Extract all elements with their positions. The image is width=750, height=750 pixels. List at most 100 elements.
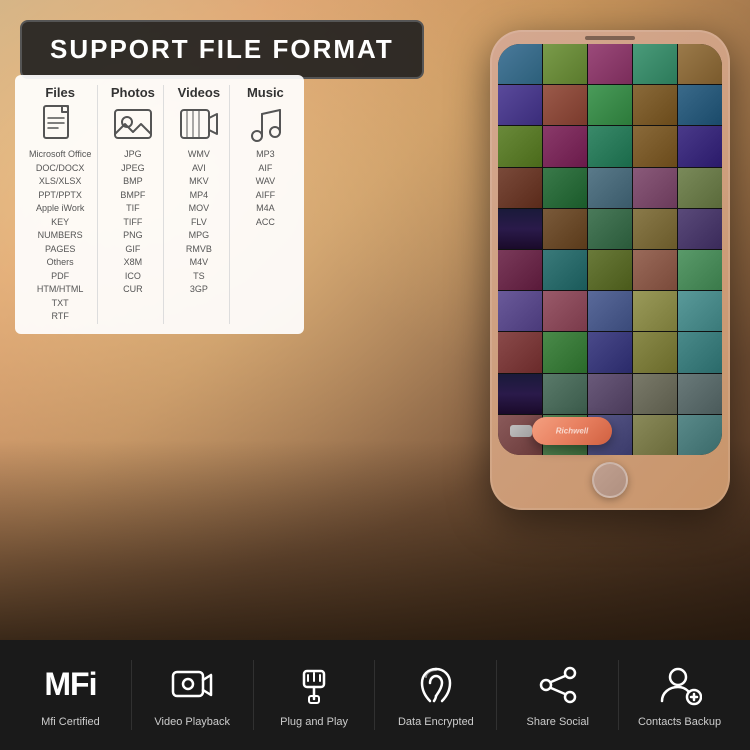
feature-encrypt: Data Encrypted: [375, 661, 496, 729]
photo-cell: [633, 85, 677, 125]
photo-cell: [498, 332, 542, 372]
photo-cell: [588, 126, 632, 166]
share-icon: [536, 663, 580, 707]
photo-cell: [633, 126, 677, 166]
photo-cell: [633, 415, 677, 455]
photo-icon: [113, 104, 153, 144]
col-header-photos: Photos: [108, 85, 157, 100]
photo-cell: [543, 44, 587, 84]
usb-drive: Richwell: [532, 417, 612, 445]
photo-cell: [633, 374, 677, 414]
photo-cell: [543, 126, 587, 166]
photo-cell: [678, 44, 722, 84]
share-icon-area: [536, 661, 580, 709]
files-list: Microsoft OfficeDOC/DOCXXLS/XLSXPPT/PPTX…: [29, 148, 91, 324]
photo-cell: [498, 291, 542, 331]
banner-title: SUPPORT FILE FORMAT: [50, 34, 394, 64]
feature-plug: Plug and Play: [254, 661, 375, 729]
contacts-icon: [658, 663, 702, 707]
format-col-videos: Videos WMVAVIMKVMP4MOVFLVMPGRMVBM4VTS3GP: [168, 85, 230, 324]
photo-cell: [678, 374, 722, 414]
video-label: Video Playback: [154, 715, 230, 729]
feature-share: Share Social: [497, 661, 618, 729]
phone-speaker: [585, 36, 635, 40]
col-header-files: Files: [29, 85, 91, 100]
video-icon-area: [170, 661, 214, 709]
photo-cell: [588, 209, 632, 249]
mfi-icon-area: MFi: [44, 661, 96, 709]
photo-cell: [678, 85, 722, 125]
music-icon: [245, 104, 285, 144]
contacts-icon-area: [658, 661, 702, 709]
col-header-videos: Videos: [174, 85, 223, 100]
file-icon: [40, 104, 80, 144]
usb-brand-label: Richwell: [556, 427, 588, 436]
top-banner: SUPPORT FILE FORMAT: [20, 20, 424, 79]
photo-cell: [498, 85, 542, 125]
col-header-music: Music: [240, 85, 290, 100]
encrypt-icon-area: [414, 661, 458, 709]
photo-cell: [543, 332, 587, 372]
file-format-table: Files Microsoft OfficeDOC/DOCXXLS/XLSXPP…: [15, 75, 304, 334]
photo-cell: [498, 250, 542, 290]
photo-cell: [678, 291, 722, 331]
format-col-files: Files Microsoft OfficeDOC/DOCXXLS/XLSXPP…: [23, 85, 98, 324]
photo-cell: [588, 168, 632, 208]
photo-cell: [633, 168, 677, 208]
photo-cell: [498, 44, 542, 84]
fingerprint-icon: [414, 663, 458, 707]
photo-cell: [588, 374, 632, 414]
photo-cell: [543, 291, 587, 331]
photo-cell: [678, 209, 722, 249]
photo-cell: [678, 332, 722, 372]
photo-cell: [543, 374, 587, 414]
photo-cell: [498, 168, 542, 208]
share-label: Share Social: [527, 715, 589, 729]
background-area: SUPPORT FILE FORMAT Files Microsoft Of: [0, 0, 750, 640]
photo-cell: [498, 126, 542, 166]
mfi-label: Mfi Certified: [41, 715, 100, 729]
feature-contacts: Contacts Backup: [619, 661, 740, 729]
photo-cell: [588, 85, 632, 125]
photo-cell: [633, 332, 677, 372]
photo-cell: [678, 168, 722, 208]
photo-cell: [543, 85, 587, 125]
feature-mfi: MFi Mfi Certified: [10, 661, 131, 729]
phone-screen: [498, 44, 722, 455]
camera-icon: [170, 663, 214, 707]
photo-cell: [588, 291, 632, 331]
photo-cell: [633, 209, 677, 249]
videos-list: WMVAVIMKVMP4MOVFLVMPGRMVBM4VTS3GP: [174, 148, 223, 297]
photo-cell: [678, 415, 722, 455]
photo-cell: [678, 250, 722, 290]
photo-cell: [588, 44, 632, 84]
photo-cell: [543, 209, 587, 249]
photo-cell: [678, 126, 722, 166]
bottom-bar: MFi Mfi Certified Video Playback: [0, 640, 750, 750]
plug-label: Plug and Play: [280, 715, 348, 729]
encrypt-label: Data Encrypted: [398, 715, 474, 729]
feature-video: Video Playback: [132, 661, 253, 729]
photo-cell: [633, 250, 677, 290]
video-icon: [179, 104, 219, 144]
photo-cell: [498, 209, 542, 249]
music-list: MP3AIFWAVAIFFM4AACC: [240, 148, 290, 229]
format-col-photos: Photos JPGJPEGBMPBMPFTIFTIFFPNGGIFX8MICO…: [102, 85, 164, 324]
phone-container: Richwell: [490, 30, 730, 510]
photo-cell: [543, 250, 587, 290]
usb-connector: [510, 425, 532, 437]
photo-cell: [498, 374, 542, 414]
main-container: SUPPORT FILE FORMAT Files Microsoft Of: [0, 0, 750, 750]
contacts-label: Contacts Backup: [638, 715, 721, 729]
photos-list: JPGJPEGBMPBMPFTIFTIFFPNGGIFX8MICOCUR: [108, 148, 157, 297]
photo-cell: [588, 332, 632, 372]
photo-cell: [633, 291, 677, 331]
photo-cell: [633, 44, 677, 84]
mfi-icon: MFi: [44, 666, 96, 703]
format-col-music: Music MP3AIFWAVAIFFM4AACC: [234, 85, 296, 324]
usb-plug-icon: [292, 663, 336, 707]
usb-body: Richwell: [532, 417, 612, 445]
phone-home-button: [592, 462, 628, 498]
photo-cell: [543, 168, 587, 208]
photo-cell: [588, 250, 632, 290]
